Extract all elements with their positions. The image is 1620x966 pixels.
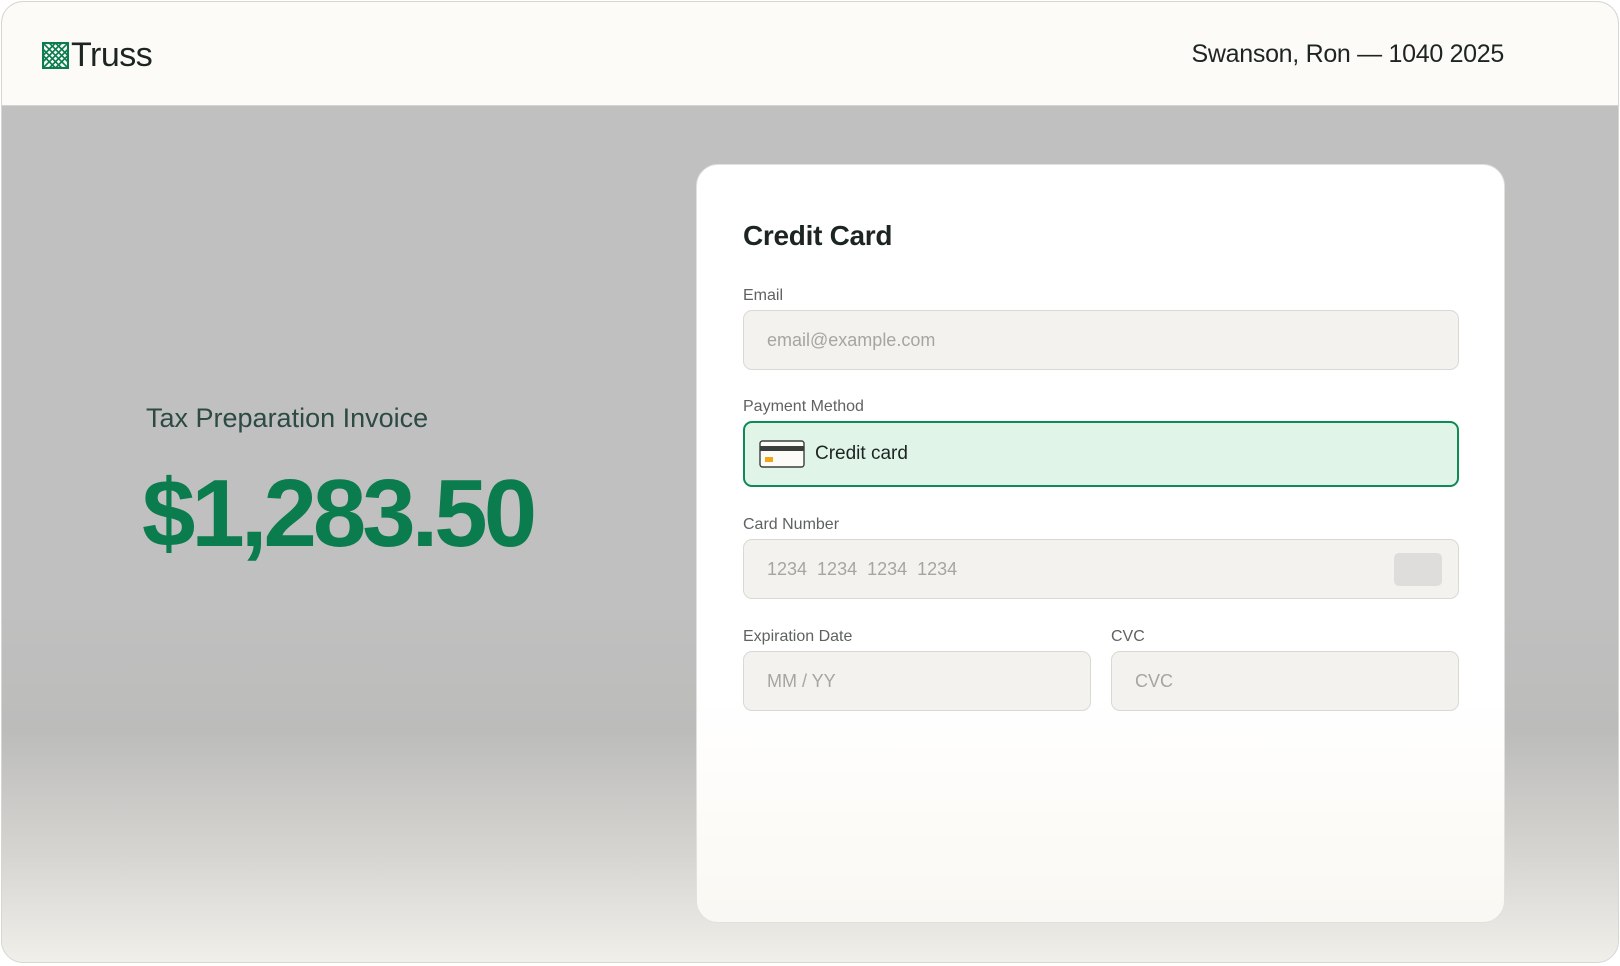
email-label: Email — [743, 287, 784, 304]
payment-method-label: Payment Method — [743, 398, 864, 415]
cvc-label: CVC — [1111, 628, 1145, 645]
app-window: Truss Swanson, Ron — 1040 2025 Tax Prepa… — [1, 1, 1619, 963]
payment-method-selected-label: Credit card — [815, 443, 908, 464]
card-brand-icon — [1394, 553, 1442, 586]
expiration-label: Expiration Date — [743, 628, 853, 645]
brand-name: Truss — [71, 36, 153, 74]
truss-logo[interactable]: Truss — [42, 36, 153, 74]
invoice-label: Tax Preparation Invoice — [146, 403, 429, 433]
payment-form-title: Credit Card — [743, 220, 893, 251]
credit-card-icon — [759, 440, 805, 468]
email-field[interactable]: email@example.com — [743, 310, 1459, 370]
expiration-field[interactable]: MM / YY — [743, 651, 1091, 711]
payment-card-panel: Credit Card Email email@example.com Paym… — [696, 164, 1505, 923]
card-number-label: Card Number — [743, 516, 840, 533]
client-return-title: Swanson, Ron — 1040 2025 — [1191, 40, 1505, 68]
invoice-amount: $1,283.50 — [142, 460, 537, 567]
cvc-field[interactable]: CVC — [1111, 651, 1459, 711]
card-number-placeholder: 1234 1234 1234 1234 — [767, 558, 958, 579]
truss-lattice-icon — [42, 41, 69, 69]
card-number-field[interactable]: 1234 1234 1234 1234 — [743, 539, 1459, 599]
top-header: Truss Swanson, Ron — 1040 2025 — [2, 2, 1618, 106]
payment-method-option-credit-card[interactable]: Credit card — [743, 421, 1459, 487]
